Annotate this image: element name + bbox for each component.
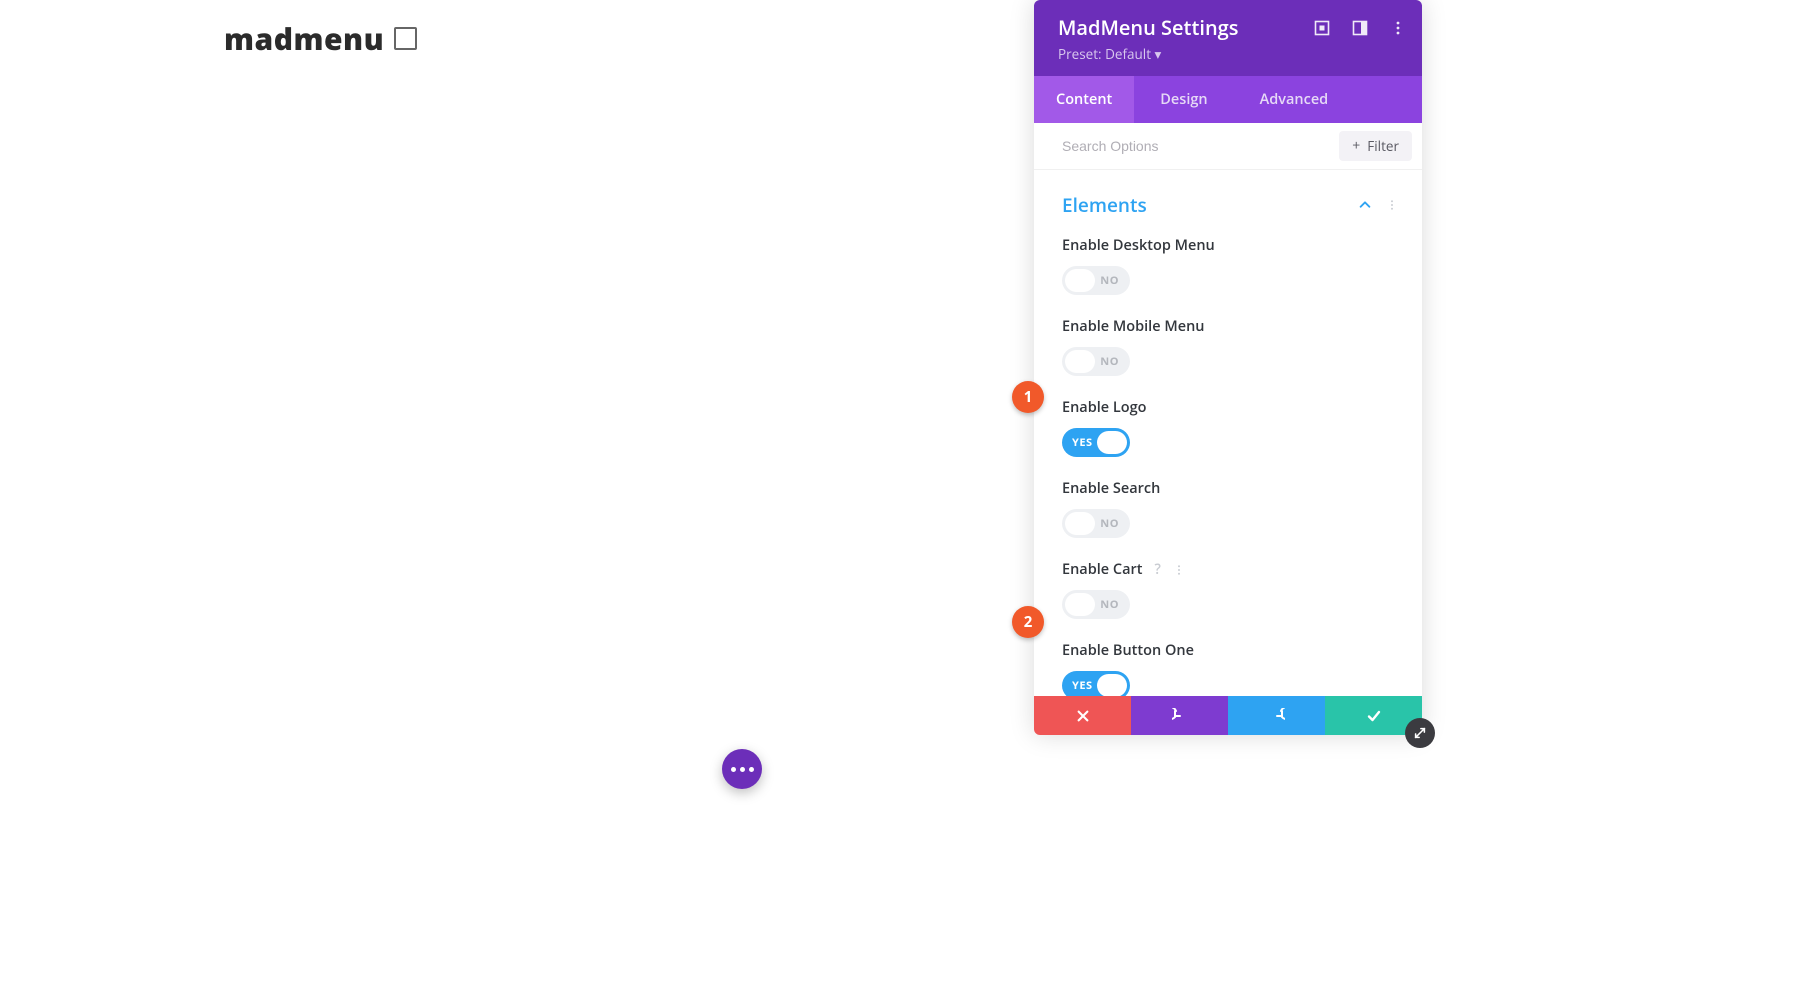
redo-button[interactable] (1228, 696, 1325, 735)
option-label: Enable Mobile Menu (1062, 317, 1394, 336)
help-icon[interactable]: ? (1155, 560, 1161, 579)
toggle-text: YES (1072, 435, 1093, 450)
toggle-thumb (1065, 512, 1095, 535)
undo-button[interactable] (1131, 696, 1228, 735)
callout-badge-2: 2 (1012, 606, 1044, 638)
dot-icon (731, 767, 736, 772)
option-enable-search: Enable Search NO (1034, 479, 1422, 560)
preview-logo-text: madmenu (224, 18, 384, 59)
panel-search-row: + Filter (1034, 123, 1422, 170)
more-vertical-icon[interactable] (1390, 20, 1406, 36)
cancel-button[interactable] (1034, 696, 1131, 735)
toggle-text: NO (1100, 516, 1119, 531)
section-title: Elements (1062, 192, 1147, 218)
option-enable-mobile-menu: Enable Mobile Menu NO (1034, 317, 1422, 398)
option-label: Enable Button One (1062, 641, 1394, 660)
toggle-text: NO (1100, 273, 1119, 288)
panel-scroll[interactable]: Elements Enable Desktop Menu NO (1034, 170, 1422, 696)
preview-logo-glyph (394, 27, 417, 50)
preset-selector[interactable]: Preset: Default ▾ (1058, 45, 1406, 63)
toggle-enable-button-one[interactable]: YES (1062, 671, 1130, 696)
option-more-icon[interactable] (1173, 563, 1185, 577)
toggle-enable-desktop-menu[interactable]: NO (1062, 266, 1130, 295)
toggle-thumb (1065, 350, 1095, 373)
toggle-enable-logo[interactable]: YES (1062, 428, 1130, 457)
tab-content[interactable]: Content (1034, 76, 1134, 123)
plus-icon: + (1352, 139, 1360, 153)
toggle-enable-search[interactable]: NO (1062, 509, 1130, 538)
option-enable-logo: Enable Logo YES (1034, 398, 1422, 479)
dock-right-icon[interactable] (1352, 20, 1368, 36)
panel-header-icons (1314, 20, 1406, 36)
panel-body: Elements Enable Desktop Menu NO (1034, 170, 1422, 696)
panel-title: MadMenu Settings (1058, 14, 1238, 41)
toggle-thumb (1097, 674, 1127, 696)
panel-tabs: Content Design Advanced (1034, 76, 1422, 123)
toggle-text: NO (1100, 597, 1119, 612)
toggle-enable-mobile-menu[interactable]: NO (1062, 347, 1130, 376)
toggle-thumb (1065, 269, 1095, 292)
chevron-up-icon[interactable] (1358, 198, 1372, 212)
module-actions-fab[interactable] (722, 749, 762, 789)
filter-label: Filter (1367, 137, 1399, 155)
option-label: Enable Desktop Menu (1062, 236, 1394, 255)
dot-icon (749, 767, 754, 772)
snap-icon[interactable] (1314, 20, 1330, 36)
option-label-text: Enable Cart (1062, 560, 1143, 579)
dot-icon (740, 767, 745, 772)
toggle-text: YES (1072, 678, 1093, 693)
toggle-thumb (1097, 431, 1127, 454)
option-enable-button-one: Enable Button One YES (1034, 641, 1422, 696)
tab-design[interactable]: Design (1134, 76, 1233, 123)
toggle-text: NO (1100, 354, 1119, 369)
tab-advanced[interactable]: Advanced (1234, 76, 1355, 123)
section-more-icon[interactable] (1386, 198, 1398, 212)
section-header-elements[interactable]: Elements (1034, 170, 1422, 236)
page-canvas: madmenu MadMenu Settings Pr (0, 0, 1800, 985)
panel-header[interactable]: MadMenu Settings Preset: Default ▾ (1034, 0, 1422, 76)
option-enable-cart: Enable Cart ? NO (1034, 560, 1422, 641)
expand-panel-fab[interactable] (1405, 718, 1435, 748)
callout-badge-1: 1 (1012, 381, 1044, 413)
option-label: Enable Cart ? (1062, 560, 1394, 579)
search-input[interactable] (1062, 138, 1339, 154)
toggle-thumb (1065, 593, 1095, 616)
option-enable-desktop-menu: Enable Desktop Menu NO (1034, 236, 1422, 317)
option-label: Enable Search (1062, 479, 1394, 498)
panel-footer (1034, 696, 1422, 735)
settings-panel: MadMenu Settings Preset: Default ▾ Conte… (1034, 0, 1422, 735)
toggle-enable-cart[interactable]: NO (1062, 590, 1130, 619)
filter-button[interactable]: + Filter (1339, 131, 1412, 161)
option-label: Enable Logo (1062, 398, 1394, 417)
preview-logo: madmenu (224, 18, 417, 59)
